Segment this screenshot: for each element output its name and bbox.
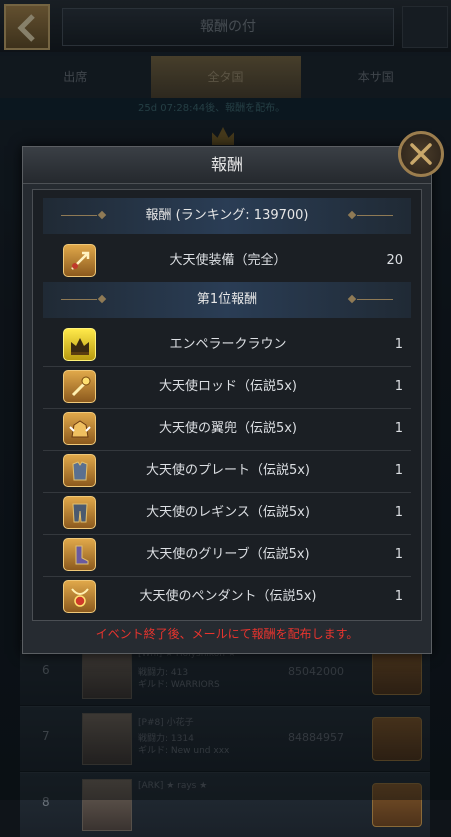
ornament-dot-icon: [98, 211, 106, 219]
reward-item-row[interactable]: 大天使のプレート（伝説5x) 1: [43, 450, 411, 493]
reward-item-row[interactable]: 大天使の翼兜（伝説5x) 1: [43, 408, 411, 451]
item-quantity: 1: [395, 576, 403, 618]
helm-icon: [63, 412, 96, 445]
item-quantity: 1: [395, 324, 403, 366]
item-name: 大天使のレギンス（伝説5x): [105, 492, 351, 534]
reward-item-row[interactable]: エンペラークラウン 1: [43, 324, 411, 367]
first-place-header: 第1位報酬: [43, 282, 411, 318]
greaves-icon: [63, 538, 96, 571]
item-name: 大天使装備（完全）: [105, 240, 351, 282]
reward-item-row[interactable]: 大天使のグリーブ（伝説5x) 1: [43, 534, 411, 577]
emperor-crown-icon: [63, 328, 96, 361]
ornament-right-icon: [357, 299, 393, 300]
ornament-left-icon: [61, 299, 97, 300]
ornament-dot-icon: [348, 211, 356, 219]
reward-item-row[interactable]: 大天使のレギンス（伝説5x) 1: [43, 492, 411, 535]
item-quantity: 1: [395, 450, 403, 492]
item-quantity: 20: [386, 240, 403, 282]
item-quantity: 1: [395, 492, 403, 534]
item-quantity: 1: [395, 366, 403, 408]
leggings-icon: [63, 496, 96, 529]
reward-item-row[interactable]: 大天使ロッド（伝説5x) 1: [43, 366, 411, 409]
close-icon: [409, 142, 433, 166]
ornament-dot-icon: [348, 295, 356, 303]
first-place-label: 第1位報酬: [197, 292, 257, 307]
plate-armor-icon: [63, 454, 96, 487]
item-quantity: 1: [395, 534, 403, 576]
item-name: 大天使のペンダント（伝説5x): [105, 576, 351, 618]
ornament-left-icon: [61, 215, 97, 216]
reward-dialog: 報酬 報酬 (ランキング: 139700) 大天使装備（完全） 20 第1位報酬: [22, 146, 432, 654]
item-name: エンペラークラウン: [105, 324, 351, 366]
pendant-icon: [63, 580, 96, 613]
item-name: 大天使の翼兜（伝説5x): [105, 408, 351, 450]
item-quantity: 1: [395, 408, 403, 450]
reward-list: 報酬 (ランキング: 139700) 大天使装備（完全） 20 第1位報酬 エン…: [32, 189, 422, 621]
reward-item-row[interactable]: 大天使装備（完全） 20: [43, 240, 411, 283]
item-name: 大天使ロッド（伝説5x): [105, 366, 351, 408]
distribution-note: イベント終了後、メールにて報酬を配布します。: [23, 625, 431, 642]
item-name: 大天使のグリーブ（伝説5x): [105, 534, 351, 576]
ornament-dot-icon: [98, 295, 106, 303]
reward-item-row[interactable]: 大天使のペンダント（伝説5x) 1: [43, 576, 411, 618]
ranking-reward-header: 報酬 (ランキング: 139700): [43, 198, 411, 234]
item-name: 大天使のプレート（伝説5x): [105, 450, 351, 492]
ranking-reward-label: 報酬 (ランキング: 139700): [145, 208, 308, 223]
ornament-right-icon: [357, 215, 393, 216]
rod-icon: [63, 370, 96, 403]
archangel-gear-icon: [63, 244, 96, 277]
dialog-title: 報酬: [23, 147, 431, 184]
close-button[interactable]: [398, 131, 444, 177]
